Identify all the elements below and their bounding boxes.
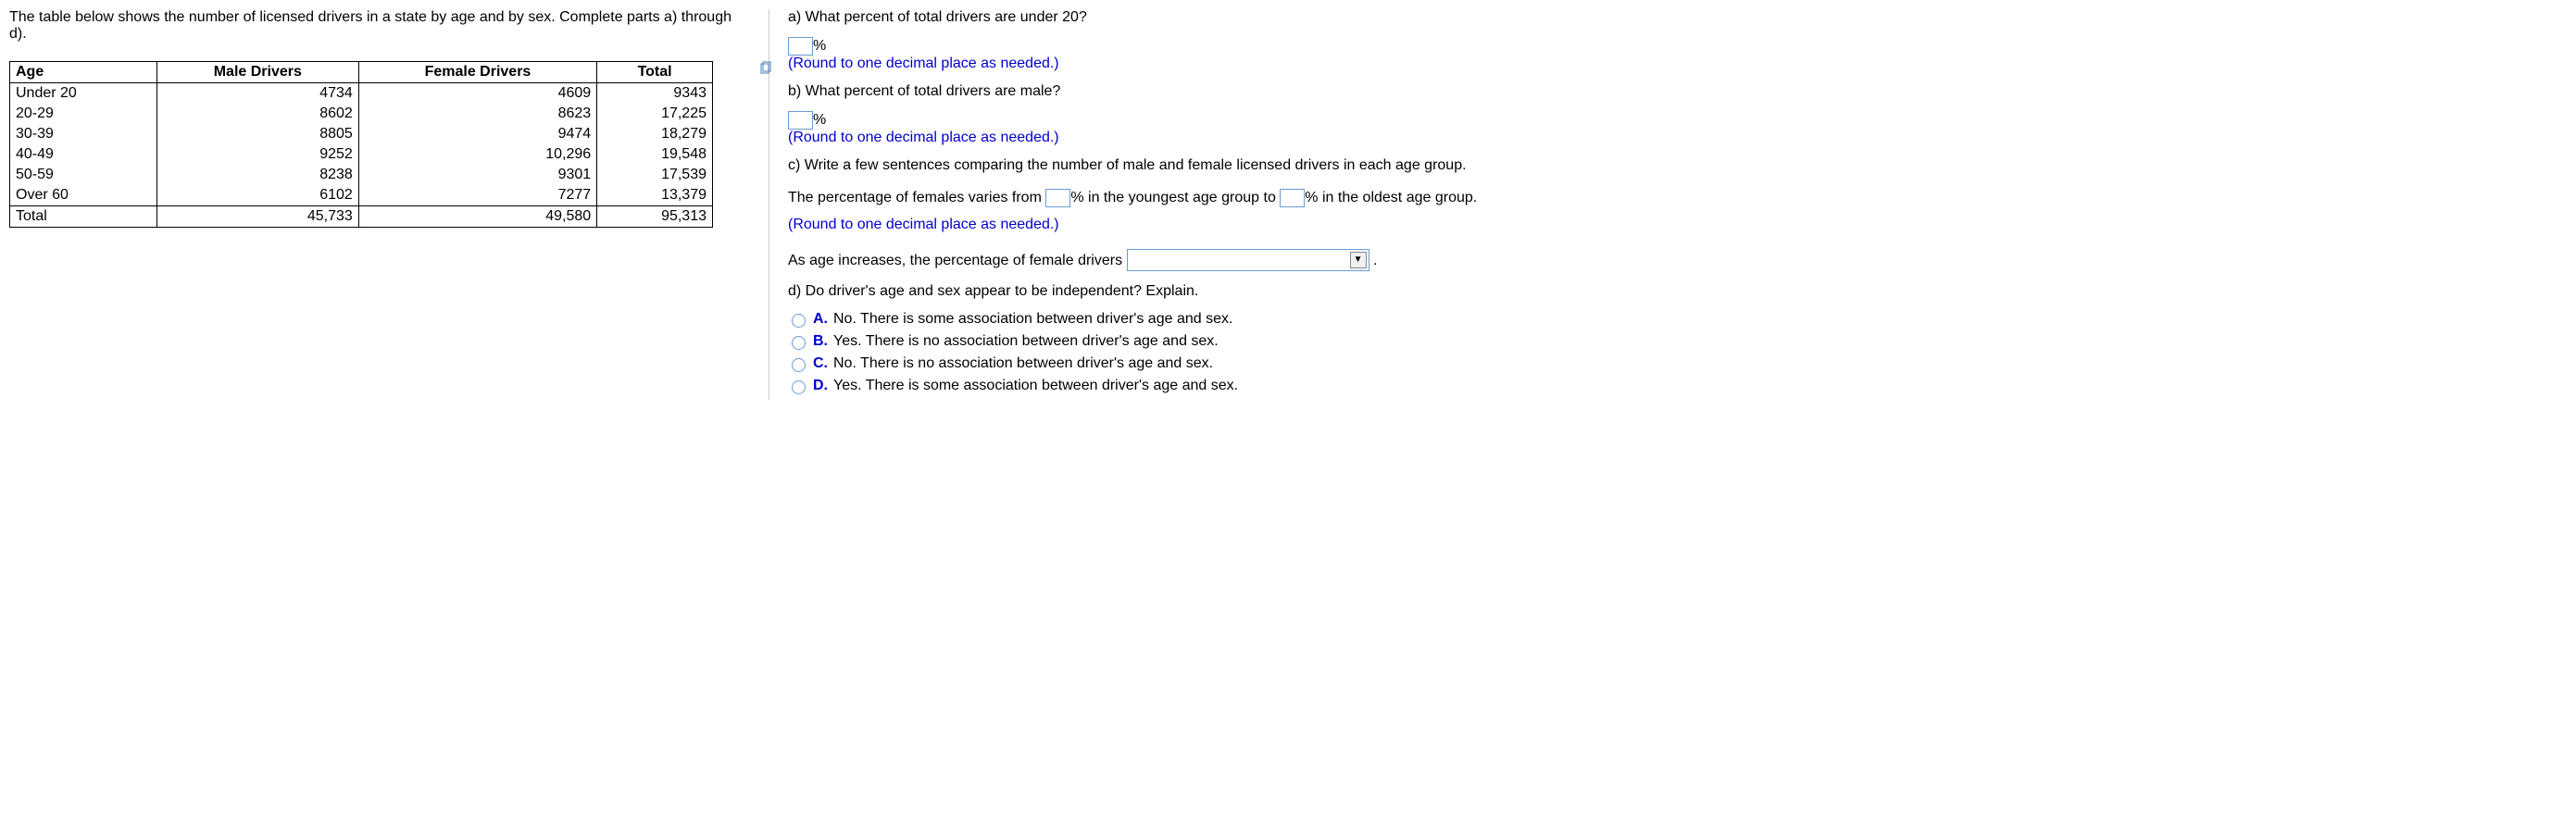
table-row: 40-49 9252 10,296 19,548	[10, 144, 713, 165]
radio-b[interactable]	[792, 336, 806, 350]
question-b-text: b) What percent of total drivers are mal…	[788, 83, 1060, 99]
cell-male: 6102	[156, 185, 358, 206]
cell-total: 9343	[597, 83, 713, 105]
table-wrapper: Age Male Drivers Female Drivers Total Un…	[9, 61, 750, 228]
right-panel: a) What percent of total drivers are und…	[769, 9, 2567, 400]
choice-a-label: A.	[813, 311, 828, 328]
table-row: 50-59 8238 9301 17,539	[10, 165, 713, 185]
radio-c[interactable]	[792, 358, 806, 372]
radio-d[interactable]	[792, 380, 806, 394]
percent-a: %	[813, 38, 826, 54]
question-d-text: d) Do driver's age and sex appear to be …	[788, 283, 1198, 299]
round-note-c: (Round to one decimal place as needed.)	[788, 217, 1059, 232]
choice-d-label: D.	[813, 378, 828, 394]
cell-female: 4609	[358, 83, 596, 105]
trend-period: .	[1373, 253, 1377, 268]
copy-icon[interactable]	[758, 61, 773, 79]
cell-total: 17,539	[597, 165, 713, 185]
cell-total: 95,313	[597, 206, 713, 228]
cell-female: 7277	[358, 185, 596, 206]
cell-male: 4734	[156, 83, 358, 105]
c-pre: The percentage of females varies from	[788, 190, 1045, 205]
cell-female: 9301	[358, 165, 596, 185]
answer-b-line: % (Round to one decimal place as needed.…	[788, 111, 2567, 146]
cell-male: 8602	[156, 104, 358, 124]
cell-age: Total	[10, 206, 157, 228]
cell-age: Over 60	[10, 185, 157, 206]
cell-age: 50-59	[10, 165, 157, 185]
question-c: c) Write a few sentences comparing the n…	[788, 157, 2567, 174]
chevron-down-icon: ▼	[1350, 252, 1367, 268]
question-d: d) Do driver's age and sex appear to be …	[788, 283, 2567, 300]
input-c2[interactable]	[1280, 189, 1305, 207]
cell-total: 19,548	[597, 144, 713, 165]
cell-total: 18,279	[597, 124, 713, 144]
drivers-table: Age Male Drivers Female Drivers Total Un…	[9, 61, 713, 228]
cell-female: 8623	[358, 104, 596, 124]
table-body: Under 20 4734 4609 9343 20-29 8602 8623 …	[10, 83, 713, 228]
cell-female: 49,580	[358, 206, 596, 228]
cell-age: 30-39	[10, 124, 157, 144]
cell-male: 9252	[156, 144, 358, 165]
cell-male: 8238	[156, 165, 358, 185]
cell-age: 40-49	[10, 144, 157, 165]
choice-a-text: No. There is some association between dr…	[833, 311, 2567, 328]
fill-sentence-c: The percentage of females varies from % …	[788, 185, 2567, 239]
intro-text: The table below shows the number of lice…	[9, 9, 750, 43]
table-row: 20-29 8602 8623 17,225	[10, 104, 713, 124]
c-post: % in the oldest age group.	[1305, 190, 1477, 205]
left-panel: The table below shows the number of lice…	[9, 9, 769, 400]
question-c-text: c) Write a few sentences comparing the n…	[788, 157, 1467, 173]
cell-age: Under 20	[10, 83, 157, 105]
answer-a-line: % (Round to one decimal place as needed.…	[788, 37, 2567, 72]
choice-b-text: Yes. There is no association between dri…	[833, 333, 2567, 350]
table-row-total: Total 45,733 49,580 95,313	[10, 206, 713, 228]
header-age: Age	[10, 62, 157, 83]
table-row: Under 20 4734 4609 9343	[10, 83, 713, 105]
cell-total: 17,225	[597, 104, 713, 124]
choice-c[interactable]: C. No. There is no association between d…	[792, 355, 2567, 372]
trend-dropdown[interactable]: ▼	[1127, 249, 1369, 271]
input-c1[interactable]	[1045, 189, 1070, 207]
header-total: Total	[597, 62, 713, 83]
c-trend-text: As age increases, the percentage of fema…	[788, 253, 1127, 268]
round-note-b: (Round to one decimal place as needed.)	[788, 130, 1059, 145]
question-a-text: a) What percent of total drivers are und…	[788, 9, 1087, 25]
header-female: Female Drivers	[358, 62, 596, 83]
choice-d[interactable]: D. Yes. There is some association betwee…	[792, 378, 2567, 394]
cell-male: 45,733	[156, 206, 358, 228]
table-row: Over 60 6102 7277 13,379	[10, 185, 713, 206]
round-note-a: (Round to one decimal place as needed.)	[788, 56, 1059, 71]
radio-a[interactable]	[792, 314, 806, 328]
cell-male: 8805	[156, 124, 358, 144]
table-row: 30-39 8805 9474 18,279	[10, 124, 713, 144]
cell-female: 9474	[358, 124, 596, 144]
input-a[interactable]	[788, 37, 813, 56]
percent-b: %	[813, 112, 826, 128]
header-male: Male Drivers	[156, 62, 358, 83]
choice-c-text: No. There is no association between driv…	[833, 355, 2567, 372]
cell-age: 20-29	[10, 104, 157, 124]
choice-c-label: C.	[813, 355, 828, 372]
choice-a[interactable]: A. No. There is some association between…	[792, 311, 2567, 328]
c-mid: % in the youngest age group to	[1070, 190, 1280, 205]
cell-total: 13,379	[597, 185, 713, 206]
cell-female: 10,296	[358, 144, 596, 165]
choice-b[interactable]: B. Yes. There is no association between …	[792, 333, 2567, 350]
choice-b-label: B.	[813, 333, 828, 350]
choice-d-text: Yes. There is some association between d…	[833, 378, 2567, 394]
question-a: a) What percent of total drivers are und…	[788, 9, 2567, 26]
input-b[interactable]	[788, 111, 813, 130]
trend-sentence: As age increases, the percentage of fema…	[788, 248, 2567, 275]
question-b: b) What percent of total drivers are mal…	[788, 83, 2567, 100]
